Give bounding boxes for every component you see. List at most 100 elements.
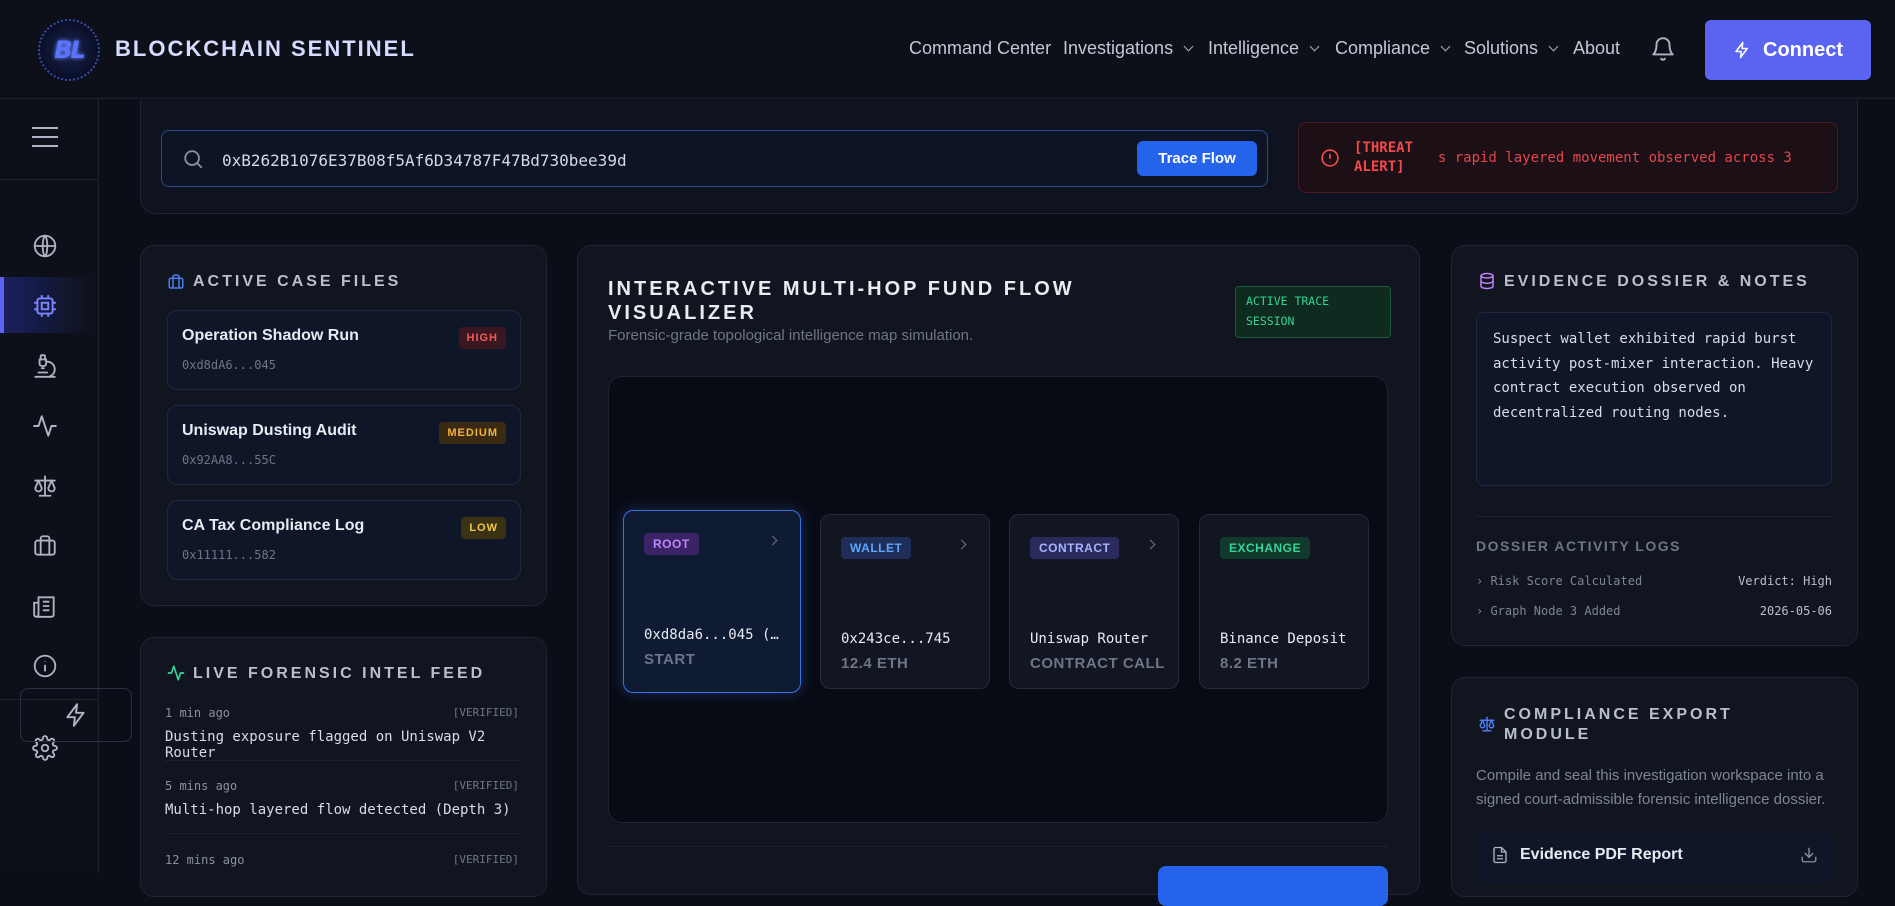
node-detail: 8.2 ETH [1220,655,1279,672]
case-card[interactable]: Operation Shadow Run 0xd8dA6...045 HIGH [167,310,521,390]
fund-flow-panel: INTERACTIVE MULTI-HOP FUND FLOW VISUALIZ… [577,245,1420,906]
panel-divider [1476,516,1832,517]
node-detail: 12.4 ETH [841,655,909,672]
export-item-pdf[interactable]: Evidence PDF Report [1476,833,1832,883]
globe-icon[interactable] [30,231,60,261]
sidebar [0,99,99,873]
panel-title: LIVE FORENSIC INTEL FEED [193,665,486,682]
threat-ticker: Suspicious rapid layered movement observ… [1437,150,1827,166]
panel-title: COMPLIANCE EXPORT MODULE [1504,706,1733,743]
alert-circle-icon [1321,149,1339,167]
cpu-icon[interactable] [30,291,60,321]
intel-feed-panel: LIVE FORENSIC INTEL FEED 1 min ago [VERI… [140,637,547,897]
feed-item[interactable]: 12 mins ago [VERIFIED] [165,853,519,867]
log-label: › Graph Node 3 Added [1476,604,1621,618]
export-item-label: Evidence PDF Report [1520,846,1683,863]
briefcase-icon [168,274,184,289]
flow-graph-canvas[interactable]: ROOT 0xd8da6...045 (… START WALLET 0x243… [608,376,1388,823]
panel-divider [608,846,1388,847]
bolt-icon [1735,41,1748,59]
nav-about[interactable]: About [1573,38,1620,59]
threat-label: [THREAT ALERT] [1354,140,1414,175]
briefcase-icon[interactable] [30,531,60,561]
download-icon[interactable] [1800,846,1818,864]
feed-divider [165,760,519,761]
chevron-down-icon [1440,41,1451,52]
export-description: Compile and seal this investigation work… [1476,767,1826,808]
node-address: 0x243ce...745 [841,631,951,647]
search-box: Trace Flow [161,130,1268,187]
log-row: › Risk Score Calculated Verdict: High [1476,574,1832,588]
case-card[interactable]: CA Tax Compliance Log 0x11111...582 LOW [167,500,521,580]
logs-title: DOSSIER ACTIVITY LOGS [1476,538,1681,554]
nav-label: Investigations [1063,38,1174,58]
sidebar-active-indicator [0,277,4,333]
risk-badge: HIGH [458,327,506,349]
node-type-tag: WALLET [841,537,912,559]
info-icon[interactable] [30,651,60,681]
chevron-right-icon [1145,539,1156,550]
connect-button[interactable]: Connect [1705,20,1871,80]
log-label: › Risk Score Calculated [1476,574,1643,588]
activity-icon[interactable] [30,411,60,441]
feed-divider [165,833,519,834]
log-value: 2026-05-06 [1759,604,1832,618]
search-icon [184,150,203,169]
flow-node-root[interactable]: ROOT 0xd8da6...045 (… START [623,510,801,693]
bell-icon[interactable] [1650,36,1676,62]
verified-tag: [VERIFIED] [452,706,519,719]
newspaper-icon[interactable] [30,591,60,621]
brand-name[interactable]: BLOCKCHAIN SENTINEL [115,36,416,62]
chevron-right-icon [956,539,967,550]
case-address: 0xd8dA6...045 [182,358,276,372]
threat-alert: [THREAT ALERT] Suspicious rapid layered … [1298,122,1838,193]
chevron-down-icon [1548,41,1559,52]
case-name: Uniswap Dusting Audit [182,422,357,439]
scale-icon [1479,716,1495,732]
feed-text: Multi-hop layered flow detected (Depth 3… [165,802,511,818]
chevron-down-icon [1309,41,1320,52]
feed-item[interactable]: 1 min ago [VERIFIED] Dusting exposure fl… [165,706,519,761]
scale-icon[interactable] [30,471,60,501]
flow-node-contract[interactable]: CONTRACT Uniswap Router CONTRACT CALL [1009,514,1179,689]
case-card[interactable]: Uniswap Dusting Audit 0x92AA8...55C MEDI… [167,405,521,485]
feed-item[interactable]: 5 mins ago [VERIFIED] Multi-hop layered … [165,779,519,818]
case-address: 0x11111...582 [182,548,276,562]
trace-flow-button[interactable]: Trace Flow [1137,141,1257,176]
node-address: Binance Deposit [1220,631,1347,647]
compliance-export-panel: COMPLIANCE EXPORT MODULE Compile and sea… [1451,677,1858,897]
nav-compliance[interactable]: Compliance [1335,38,1451,59]
database-icon [1480,272,1494,290]
brand-logo[interactable]: BL [38,19,100,81]
log-value: Verdict: High [1738,574,1832,588]
node-type-tag: EXCHANGE [1220,537,1311,559]
nav-command-center[interactable]: Command Center [909,38,1051,59]
flow-node-exchange[interactable]: EXCHANGE Binance Deposit 8.2 ETH [1199,514,1369,689]
primary-action-button[interactable] [1158,866,1388,906]
address-search-input[interactable] [222,148,1082,172]
hamburger-menu-icon[interactable] [32,127,58,149]
case-address: 0x92AA8...55C [182,453,276,467]
nav-intelligence[interactable]: Intelligence [1208,38,1320,59]
quick-action-button[interactable] [20,688,132,742]
log-row: › Graph Node 3 Added 2026-05-06 [1476,604,1832,618]
flow-node-wallet[interactable]: WALLET 0x243ce...745 12.4 ETH [820,514,990,689]
microscope-icon[interactable] [30,351,60,381]
visualizer-title: INTERACTIVE MULTI-HOP FUND FLOW VISUALIZ… [608,278,1075,324]
evidence-dossier-panel: EVIDENCE DOSSIER & NOTES Suspect wallet … [1451,245,1858,646]
nav-label: Solutions [1464,38,1539,58]
case-files-panel: ACTIVE CASE FILES Operation Shadow Run 0… [140,245,547,606]
file-text-icon [1493,846,1507,864]
nav-investigations[interactable]: Investigations [1063,38,1194,59]
feed-text: Dusting exposure flagged on Uniswap V2 R… [165,729,486,761]
active-session-badge: ACTIVE TRACE SESSION [1235,286,1391,338]
case-name: CA Tax Compliance Log [182,517,365,534]
evidence-notes-textarea[interactable]: Suspect wallet exhibited rapid burst act… [1476,312,1832,486]
chevron-down-icon [1183,41,1194,52]
node-type-tag: ROOT [644,533,699,555]
node-detail: START [644,651,696,668]
threat-text: Suspicious rapid layered movement observ… [1437,150,1792,166]
risk-badge: MEDIUM [439,422,506,444]
sidebar-divider [0,179,99,180]
nav-solutions[interactable]: Solutions [1464,38,1559,59]
